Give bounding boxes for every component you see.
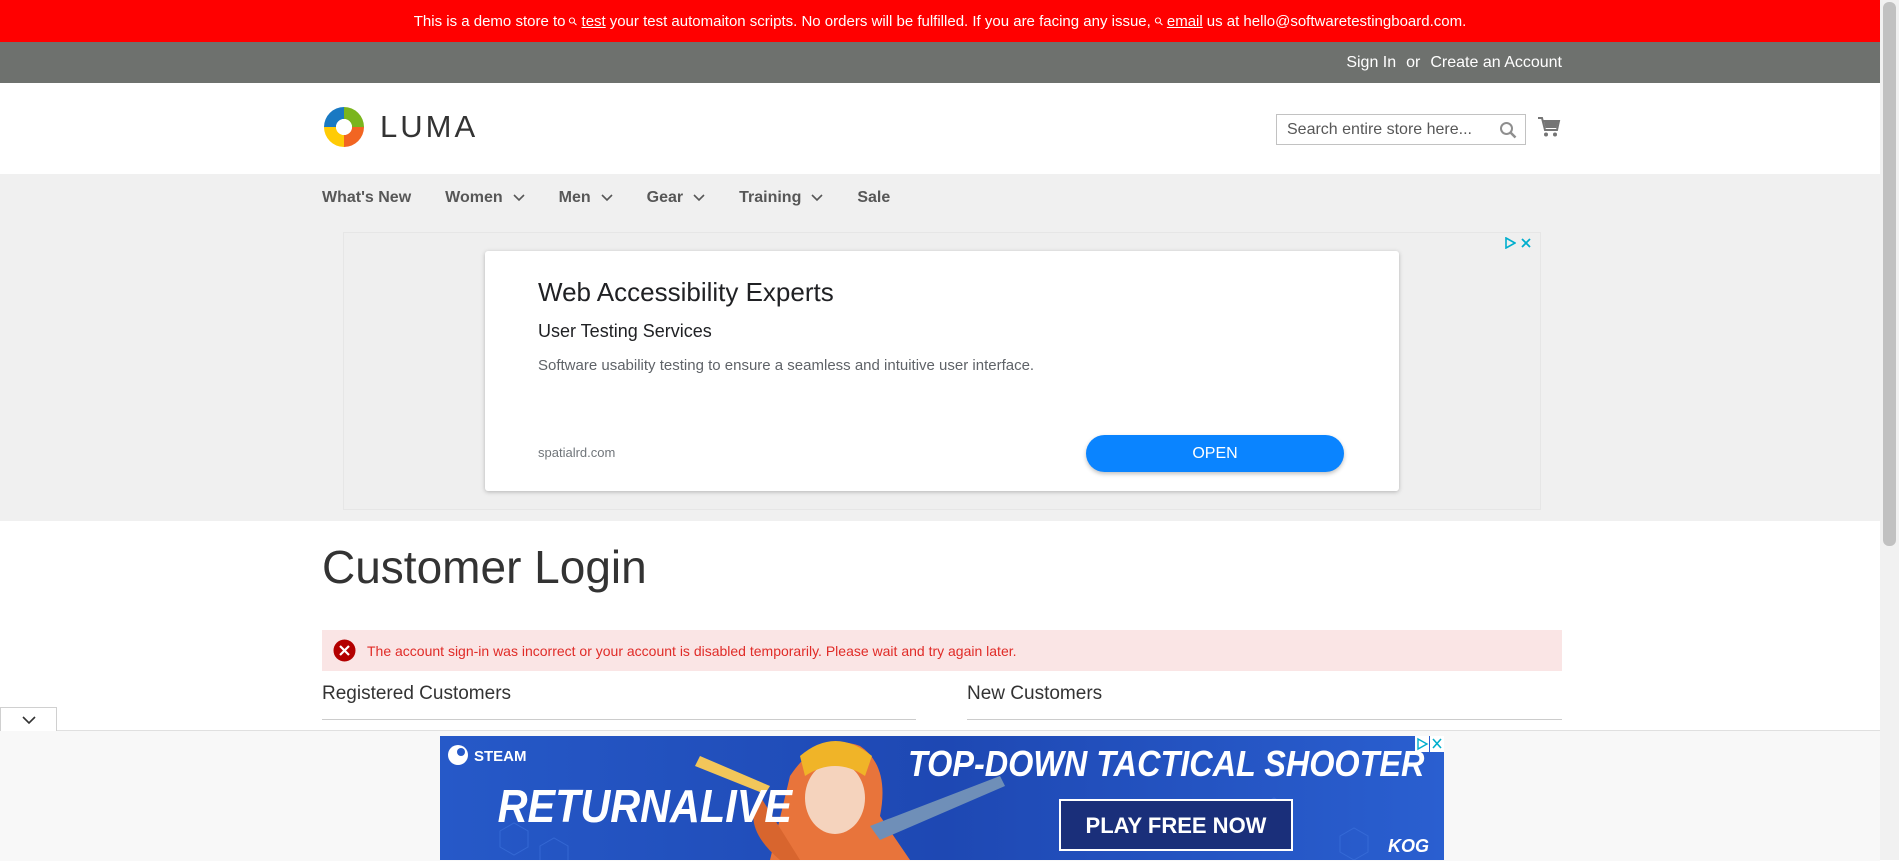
demo-notice-prefix: This is a demo store to <box>413 12 566 30</box>
logo[interactable]: LUMA <box>322 105 478 149</box>
nav-item-label: Women <box>445 188 503 206</box>
nav-item-men[interactable]: Men <box>559 189 613 207</box>
adchoices-icon[interactable] <box>1504 237 1516 249</box>
demo-email-link[interactable]: email <box>1167 13 1203 30</box>
game-banner-ad[interactable]: STEAM RETURNALIVE TOP-DOWN TACTICAL SHOO… <box>440 736 1444 860</box>
search-icon[interactable] <box>1499 121 1517 139</box>
create-account-link[interactable]: Create an Account <box>1430 54 1562 72</box>
error-text: The account sign-in was incorrect or you… <box>367 642 1017 659</box>
game-title-text: RETURNALIVE <box>498 781 794 833</box>
close-icon[interactable] <box>1520 237 1532 249</box>
play-free-button-text: PLAY FREE NOW <box>1086 813 1267 838</box>
error-icon <box>333 639 356 662</box>
ad-card[interactable]: Web Accessibility Experts User Testing S… <box>485 251 1399 491</box>
page-title: Customer Login <box>322 541 647 593</box>
steam-brand-text: STEAM <box>474 748 527 765</box>
demo-test-link[interactable]: test <box>582 13 606 30</box>
nav-item-whats-new[interactable]: What's New <box>322 189 411 207</box>
divider <box>322 719 916 720</box>
nav-item-gear[interactable]: Gear <box>647 189 705 207</box>
nav-item-label: Sale <box>857 188 891 206</box>
cart-icon[interactable] <box>1537 116 1561 138</box>
nav-item-label: What's New <box>322 188 412 206</box>
header-main: LUMA <box>0 83 1880 174</box>
header-links-bar: Sign In or Create an Account <box>0 42 1880 83</box>
demo-notice-suffix: us at hello@softwaretestingboard.com. <box>1206 12 1467 30</box>
ad-subtitle: User Testing Services <box>538 321 712 341</box>
demo-notice-middle: your test automaiton scripts. No orders … <box>609 12 1151 30</box>
nav-item-label: Gear <box>646 188 684 206</box>
error-message: The account sign-in was incorrect or you… <box>322 630 1562 671</box>
chevron-down-icon <box>601 193 613 201</box>
luma-logo-icon <box>324 107 364 147</box>
publisher-logo-text: KOG <box>1388 836 1429 856</box>
or-separator: or <box>1406 53 1421 71</box>
collapse-ad-button[interactable] <box>0 707 57 731</box>
chevron-down-icon <box>21 715 36 724</box>
nav-item-women[interactable]: Women <box>445 188 525 207</box>
registered-customers-title: Registered Customers <box>322 683 512 704</box>
demo-notice-bar: This is a demo store to ⚲ test your test… <box>0 0 1880 42</box>
ad-choices[interactable] <box>1504 237 1532 249</box>
search-input[interactable] <box>1277 120 1497 139</box>
chevron-down-icon <box>811 193 823 201</box>
ad-title[interactable]: Web Accessibility Experts <box>538 277 834 308</box>
chevron-down-icon <box>513 193 525 201</box>
ad-open-button[interactable]: OPEN <box>1086 435 1344 472</box>
main-nav: What's New Women Men Gear Training Sale <box>322 174 924 221</box>
ad-description: Software usability testing to ensure a s… <box>538 357 1035 374</box>
headline-text: TOP-DOWN TACTICAL SHOOTER <box>908 744 1425 784</box>
nav-item-sale[interactable]: Sale <box>857 189 890 207</box>
nav-item-label: Men <box>558 188 591 206</box>
new-customers-title: New Customers <box>967 683 1103 704</box>
scrollbar-thumb[interactable] <box>1883 2 1896 546</box>
game-banner-art: STEAM RETURNALIVE TOP-DOWN TACTICAL SHOO… <box>440 736 1444 860</box>
divider <box>967 719 1562 720</box>
page-scrollbar[interactable] <box>1880 0 1899 860</box>
logo-text: LUMA <box>380 109 479 144</box>
nav-item-training[interactable]: Training <box>739 189 823 207</box>
sign-in-link[interactable]: Sign In <box>1346 54 1396 72</box>
chevron-down-icon <box>693 193 705 201</box>
ad-domain: spatialrd.com <box>538 445 616 460</box>
nav-item-label: Training <box>739 188 802 206</box>
search-box <box>1276 114 1526 145</box>
search-icon: ⚲ <box>566 14 581 29</box>
search-icon: ⚲ <box>1152 14 1167 29</box>
